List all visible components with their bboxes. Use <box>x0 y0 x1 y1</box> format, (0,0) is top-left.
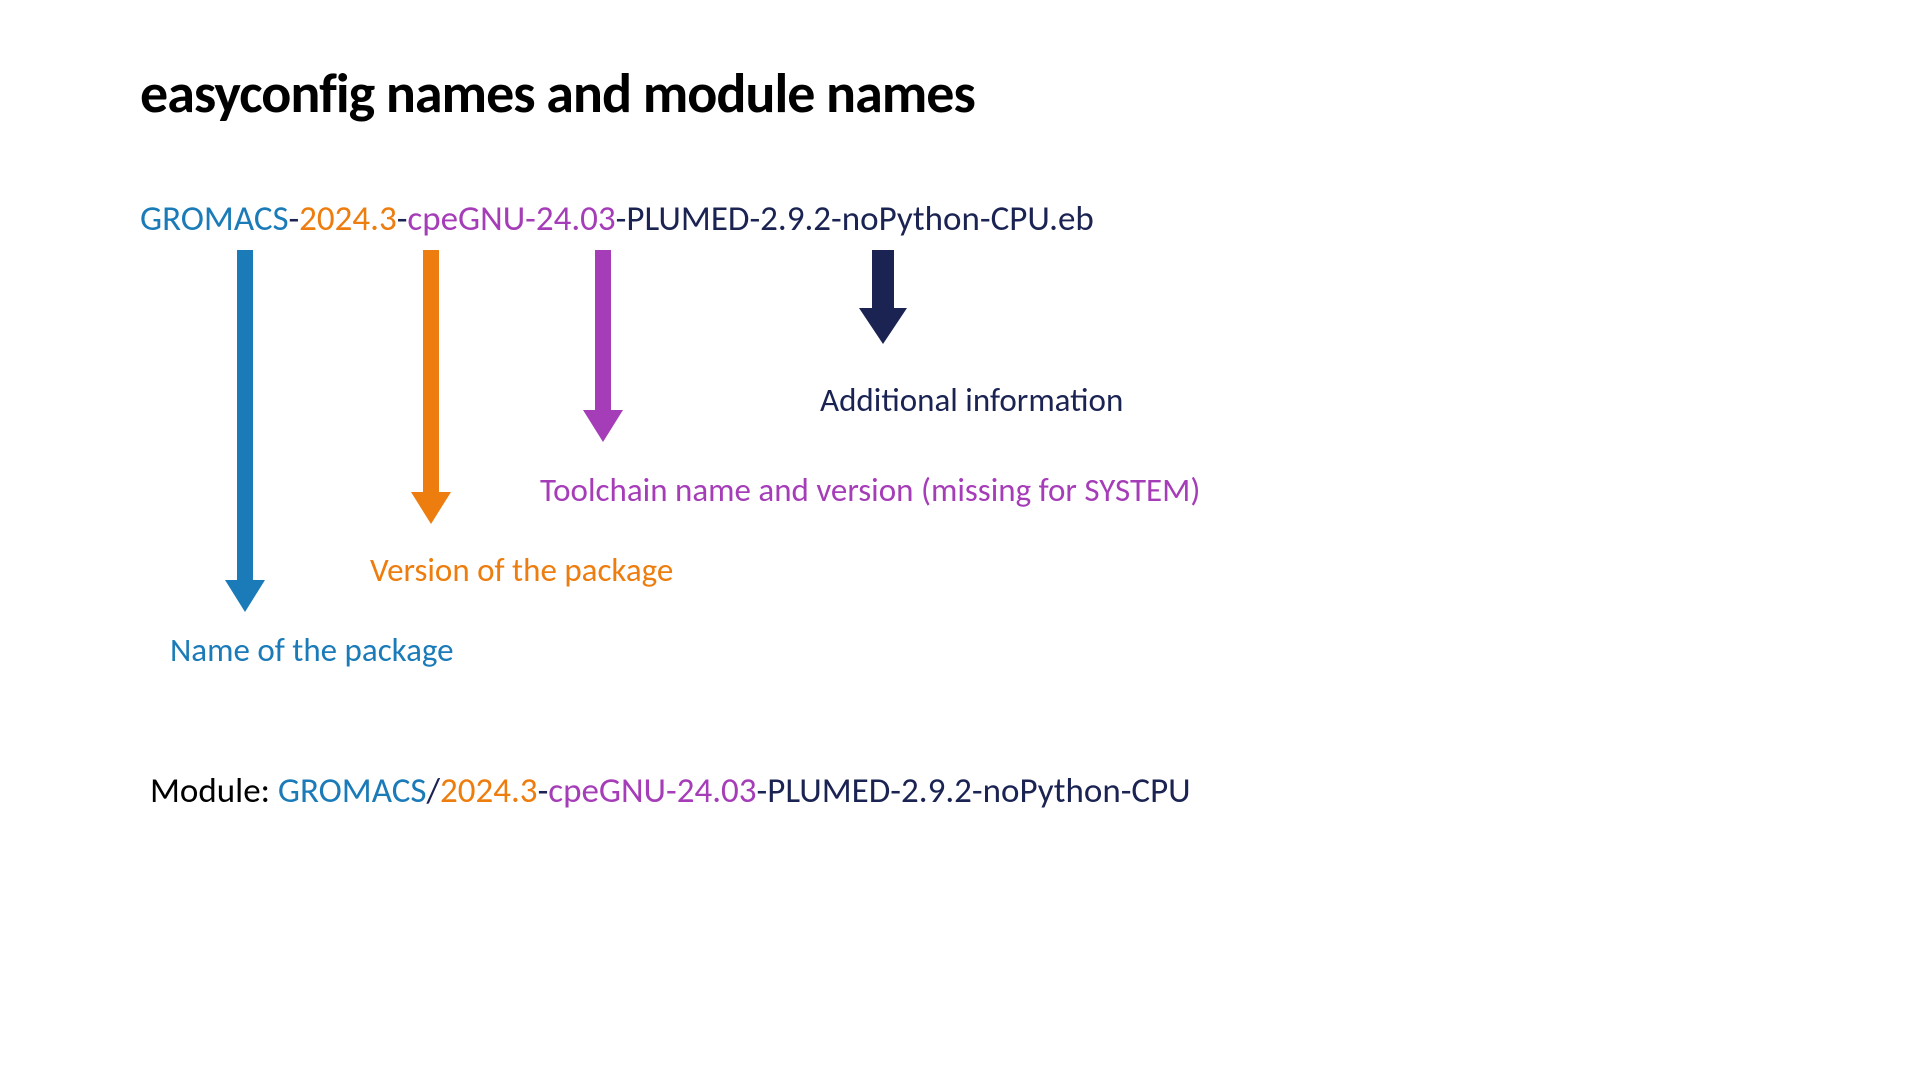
label-toolchain: Toolchain name and version (missing for … <box>540 470 1200 510</box>
filename-additional: PLUMED-2.9.2-noPython-CPU <box>626 198 1049 240</box>
page-title: easyconfig names and module names <box>140 60 1780 128</box>
module-name: GROMACS <box>278 770 427 812</box>
module-toolchain: cpeGNU-24.03 <box>548 770 756 812</box>
label-version: Version of the package <box>370 550 673 590</box>
module-additional: PLUMED-2.9.2-noPython-CPU <box>767 770 1190 812</box>
filename-sep1: - <box>288 198 299 240</box>
module-sep1: - <box>538 770 549 812</box>
arrow-version-icon <box>423 250 439 524</box>
filename-sep2: - <box>397 198 408 240</box>
filename-ext: .eb <box>1049 198 1094 240</box>
arrow-toolchain-icon <box>595 250 611 442</box>
filename-toolchain: cpeGNU-24.03 <box>407 198 615 240</box>
label-additional: Additional information <box>820 380 1123 420</box>
module-prefix: Module: <box>150 770 278 812</box>
filename-text: GROMACS-2024.3-cpeGNU-24.03-PLUMED-2.9.2… <box>140 198 1780 240</box>
arrow-additional-icon <box>875 250 891 344</box>
filename-sep3: - <box>616 198 627 240</box>
filename-version: 2024.3 <box>299 198 397 240</box>
module-sep2: - <box>757 770 768 812</box>
module-version: 2024.3 <box>440 770 538 812</box>
module-text: Module: GROMACS/2024.3-cpeGNU-24.03-PLUM… <box>150 770 1191 812</box>
arrow-name-icon <box>237 250 253 612</box>
module-slash: / <box>426 770 440 812</box>
label-name: Name of the package <box>170 630 454 670</box>
filename-name: GROMACS <box>140 198 288 240</box>
